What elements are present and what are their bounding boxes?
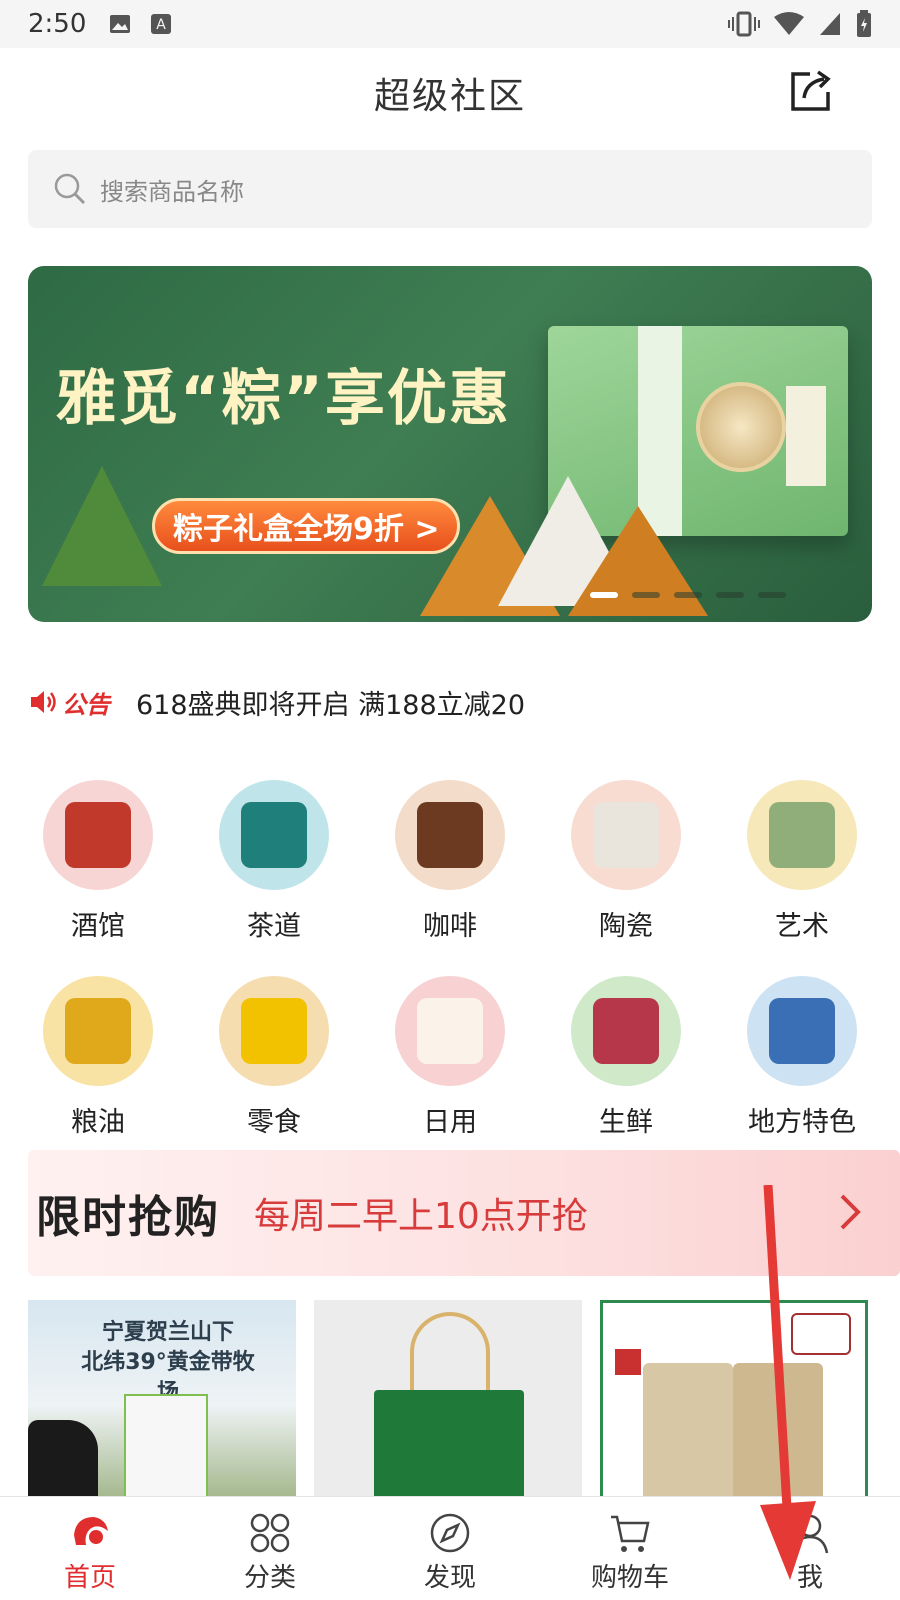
zongzi-image (42, 466, 162, 586)
nav-label: 我 (796, 1563, 823, 1593)
zongzi-image (568, 506, 708, 616)
tea-bag-image (733, 1363, 823, 1500)
announcement-tag: 公告 (62, 690, 110, 719)
announcement-bar[interactable]: 公告 618盛典即将开启 满188立减20 (28, 680, 525, 724)
search-input[interactable]: 搜索商品名称 (28, 150, 872, 228)
category-snacks-icon (219, 976, 329, 1086)
status-icons (728, 10, 872, 38)
category-grain-oil-icon (43, 976, 153, 1086)
carousel-dot[interactable] (758, 592, 786, 598)
gift-bag-image (374, 1390, 524, 1500)
category-label: 生鲜 (599, 1107, 653, 1138)
product-list: 宁夏贺兰山下 北纬39°黄金带牧场 (28, 1300, 872, 1500)
category-ceramics-icon (571, 780, 681, 890)
carousel-indicator (590, 592, 786, 598)
product-card[interactable] (314, 1300, 582, 1500)
search-placeholder: 搜索商品名称 (100, 177, 244, 206)
share-icon[interactable] (788, 68, 834, 114)
category-daily-use-icon (395, 976, 505, 1086)
nav-category[interactable]: 分类 (180, 1497, 360, 1600)
category-label: 陶瓷 (599, 911, 653, 942)
category-label: 咖啡 (423, 911, 477, 942)
carousel-dot[interactable] (716, 592, 744, 598)
category-label: 日用 (423, 1107, 477, 1138)
category-fresh-icon (571, 976, 681, 1086)
category-item[interactable]: 生鲜 (538, 976, 714, 1148)
chevron-right-icon[interactable] (830, 1192, 870, 1232)
image-icon (110, 15, 131, 33)
category-tea-icon (219, 780, 329, 890)
profile-icon (791, 1514, 829, 1554)
announcement-text: 618盛典即将开启 满188立减20 (136, 689, 526, 721)
cow-image (28, 1420, 98, 1500)
speaker-icon (31, 691, 56, 713)
battery-icon (857, 10, 871, 37)
signal-icon (820, 13, 840, 35)
category-local-specialty-icon (747, 976, 857, 1086)
nav-home[interactable]: 首页 (0, 1497, 180, 1600)
bag-handle (410, 1312, 490, 1402)
category-grid: 酒馆 茶道 咖啡 陶瓷 艺术 粮油 零食 日用 生鲜 地方特色 (10, 780, 890, 1148)
tea-bag-image (643, 1363, 733, 1500)
vibrate-icon (728, 11, 760, 37)
nav-profile[interactable]: 我 (720, 1497, 900, 1600)
nav-discover[interactable]: 发现 (360, 1497, 540, 1600)
category-item[interactable]: 酒馆 (10, 780, 186, 952)
category-label: 零食 (247, 1107, 301, 1138)
compass-icon (430, 1513, 470, 1553)
category-tavern-icon (43, 780, 153, 890)
category-art-icon (747, 780, 857, 890)
product-card[interactable] (600, 1300, 868, 1500)
flash-sale-banner[interactable]: 限时抢购 每周二早上10点开抢 (28, 1150, 900, 1276)
nav-label: 购物车 (590, 1563, 669, 1593)
category-item[interactable]: 零食 (186, 976, 362, 1148)
search-icon (54, 173, 86, 205)
category-label: 艺术 (775, 911, 829, 942)
category-item[interactable]: 陶瓷 (538, 780, 714, 952)
stamp-icon (615, 1349, 641, 1375)
cart-icon (611, 1515, 650, 1552)
category-coffee-icon (395, 780, 505, 890)
nav-label: 发现 (423, 1563, 476, 1593)
category-item[interactable]: 艺术 (714, 780, 890, 952)
svg-text:A: A (157, 17, 167, 33)
nav-label: 首页 (63, 1563, 116, 1593)
category-label: 茶道 (247, 911, 301, 942)
category-label: 地方特色 (748, 1107, 856, 1138)
bottom-nav: 首页 分类 发现 购物车 我 (0, 1496, 900, 1600)
nav-label: 分类 (243, 1563, 296, 1593)
status-bar: 2:50 A (0, 0, 900, 48)
milk-carton-image (124, 1394, 208, 1500)
nav-cart[interactable]: 购物车 (540, 1497, 720, 1600)
brand-logo (791, 1313, 851, 1355)
category-item[interactable]: 粮油 (10, 976, 186, 1148)
category-icon (250, 1513, 290, 1553)
keyboard-a-icon: A (151, 14, 172, 34)
app-header: 超级社区 (0, 48, 900, 138)
status-time: 2:50 (28, 9, 87, 39)
flash-sale-title: 限时抢购 (36, 1192, 220, 1243)
category-item[interactable]: 地方特色 (714, 976, 890, 1148)
banner-cta-button[interactable]: 粽子礼盒全场9折 > (152, 498, 461, 554)
flash-sale-subtitle: 每周二早上10点开抢 (254, 1196, 588, 1237)
category-item[interactable]: 茶道 (186, 780, 362, 952)
carousel-dot[interactable] (590, 592, 618, 598)
category-item[interactable]: 日用 (362, 976, 538, 1148)
carousel-dot[interactable] (674, 592, 702, 598)
wifi-icon (774, 12, 804, 35)
page-title: 超级社区 (373, 76, 526, 117)
product-card[interactable]: 宁夏贺兰山下 北纬39°黄金带牧场 (28, 1300, 296, 1500)
category-label: 酒馆 (71, 911, 125, 942)
home-icon (74, 1517, 108, 1545)
category-item[interactable]: 咖啡 (362, 780, 538, 952)
carousel-dot[interactable] (632, 592, 660, 598)
category-label: 粮油 (71, 1107, 125, 1138)
promo-banner[interactable]: 雅觅“粽”享优惠 粽子礼盒全场9折 > (28, 266, 872, 622)
banner-headline: 雅觅“粽”享优惠 (56, 364, 511, 434)
